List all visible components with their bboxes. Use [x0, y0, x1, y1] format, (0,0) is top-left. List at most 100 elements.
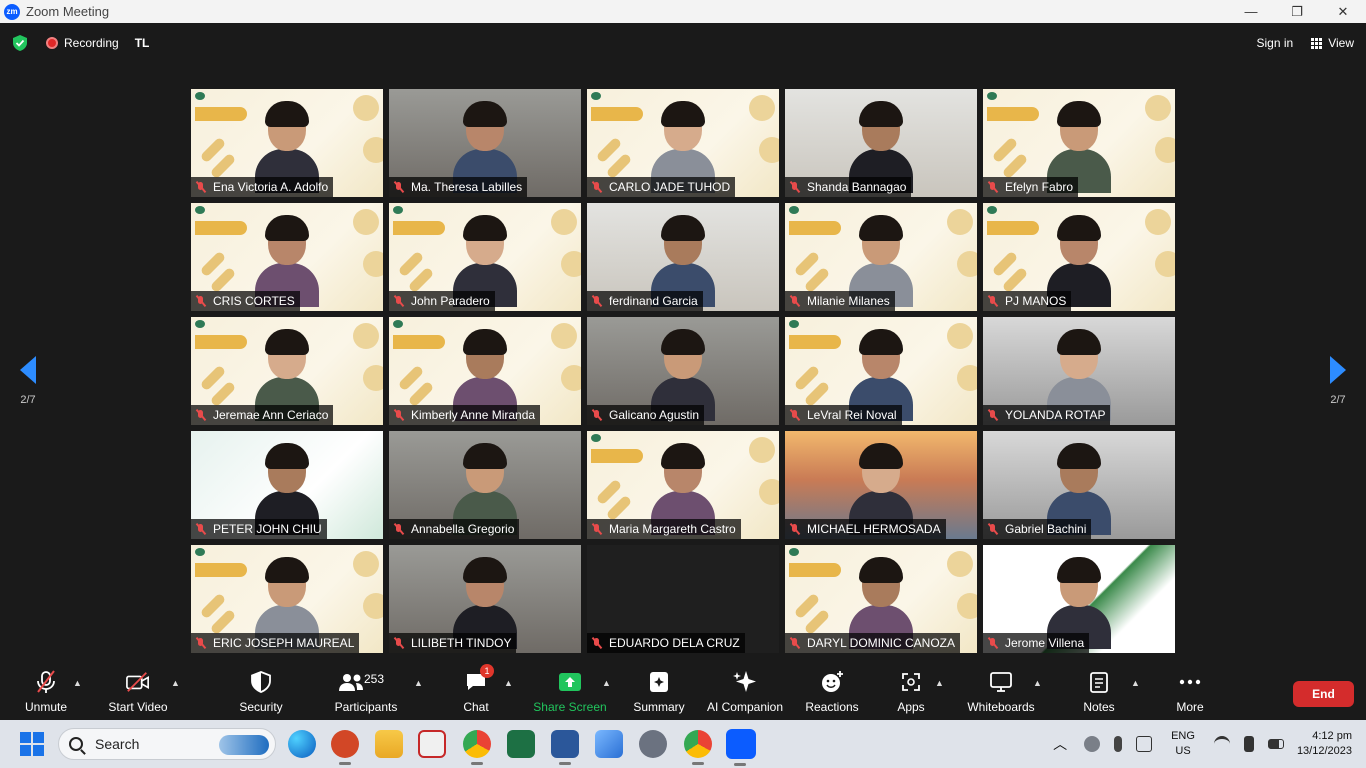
file-explorer-icon[interactable] [375, 730, 403, 758]
participant-video-tile[interactable]: Jeremae Ann Ceriaco [191, 317, 383, 425]
participant-video-tile[interactable]: Annabella Gregorio [389, 431, 581, 539]
summary-button[interactable]: Summary [630, 664, 688, 720]
security-button[interactable]: Security [236, 664, 286, 720]
restore-button[interactable]: ❐ [1274, 0, 1320, 23]
microphone-muted-icon [195, 181, 207, 193]
apps-options-caret-icon[interactable]: ▲ [935, 678, 945, 688]
event-banner-graphic [195, 335, 247, 349]
microphone-muted-icon [591, 637, 603, 649]
reactions-label: Reactions [805, 700, 859, 714]
tray-overflow-chevron-icon[interactable]: ︿ [1053, 734, 1067, 754]
participant-video-tile[interactable]: CARLO JADE TUHOD [587, 89, 779, 197]
sign-in-button[interactable]: Sign in [1257, 36, 1294, 50]
participant-video-tile[interactable]: ferdinand Garcia [587, 203, 779, 311]
participant-name: Ena Victoria A. Adolfo [213, 180, 329, 194]
close-button[interactable]: ✕ [1320, 0, 1366, 23]
start-video-button[interactable]: Start Video [106, 664, 170, 720]
video-options-caret-icon[interactable]: ▲ [171, 678, 181, 688]
decorative-shape [363, 137, 383, 163]
taskbar-clock[interactable]: 4:12 pm 13/12/2023 [1297, 729, 1352, 759]
participant-video-tile[interactable]: LeVral Rei Noval [785, 317, 977, 425]
more-button[interactable]: More [1172, 664, 1208, 720]
chat-button[interactable]: 1 Chat [458, 664, 494, 720]
snipping-tool-icon[interactable] [418, 730, 446, 758]
participant-video-tile[interactable]: Kimberly Anne Miranda [389, 317, 581, 425]
zoom-app-icon[interactable] [726, 729, 756, 766]
minimize-button[interactable]: — [1228, 0, 1274, 23]
share-options-caret-icon[interactable]: ▲ [602, 678, 612, 688]
edge-browser-icon[interactable] [288, 730, 316, 758]
chrome-browser-icon[interactable] [463, 730, 491, 765]
participant-video-tile[interactable]: Milanie Milanes [785, 203, 977, 311]
microphone-muted-icon [789, 409, 801, 421]
encryption-shield-icon[interactable] [12, 34, 28, 52]
participants-button[interactable]: 253 Participants [332, 664, 400, 720]
participant-video-tile[interactable]: DARYL DOMINIC CANOZA [785, 545, 977, 653]
participant-video-tile[interactable]: Shanda Bannagao [785, 89, 977, 197]
notes-button[interactable]: Notes [1080, 664, 1118, 720]
participant-video-tile[interactable]: PETER JOHN CHIU [191, 431, 383, 539]
participants-options-caret-icon[interactable]: ▲ [414, 678, 424, 688]
decorative-shape [1155, 251, 1175, 277]
windows-start-icon[interactable] [20, 732, 44, 756]
participant-name-label: Efelyn Fabro [983, 177, 1079, 197]
excel-icon[interactable] [507, 730, 535, 758]
decorative-shape [407, 380, 435, 408]
decorative-shape [353, 323, 379, 349]
wifi-icon[interactable] [1213, 736, 1230, 752]
org-logo-icon [789, 320, 799, 328]
language-indicator[interactable]: ENG US [1171, 729, 1195, 759]
settings-gear-icon[interactable] [639, 730, 667, 758]
participant-name: ferdinand Garcia [609, 294, 698, 308]
participant-video-tile[interactable]: CRIS CORTES [191, 203, 383, 311]
notes-options-caret-icon[interactable]: ▲ [1131, 678, 1141, 688]
participant-video-tile[interactable]: EDUARDO DELA CRUZ [587, 545, 779, 653]
powerpoint-icon[interactable] [331, 730, 359, 765]
chat-options-caret-icon[interactable]: ▲ [504, 678, 514, 688]
reactions-button[interactable]: Reactions [804, 664, 860, 720]
participant-video-tile[interactable]: John Paradero [389, 203, 581, 311]
participant-video-tile[interactable]: Efelyn Fabro [983, 89, 1175, 197]
participants-icon: 253 [336, 670, 396, 694]
participant-video-tile[interactable]: Ma. Theresa Labilles [389, 89, 581, 197]
participants-count: 253 [364, 672, 385, 686]
keyboard-tray-icon[interactable] [1136, 736, 1153, 752]
chrome-profile-icon[interactable] [684, 730, 712, 765]
participant-video-tile[interactable]: MICHAEL HERMOSADA [785, 431, 977, 539]
participant-video-tile[interactable]: Maria Margareth Castro [587, 431, 779, 539]
recording-indicator[interactable]: Recording [46, 36, 119, 50]
share-screen-button[interactable]: Share Screen [532, 664, 608, 720]
cloud-status-icon[interactable] [1084, 736, 1101, 752]
microphone-tray-icon[interactable] [1114, 736, 1123, 752]
ai-companion-button[interactable]: AI Companion [704, 664, 786, 720]
microphone-muted-icon [987, 295, 999, 307]
participant-video-tile[interactable]: Galicano Agustin [587, 317, 779, 425]
next-page-button[interactable]: 2/7 [1323, 356, 1353, 406]
photos-icon[interactable] [595, 730, 623, 758]
end-meeting-button[interactable]: End [1293, 681, 1354, 707]
apps-button[interactable]: Apps [896, 664, 926, 720]
view-button[interactable]: View [1311, 36, 1354, 50]
word-icon[interactable] [551, 730, 579, 765]
unmute-button[interactable]: Unmute [18, 664, 74, 720]
participant-video-tile[interactable]: Jerome Villena [983, 545, 1175, 653]
participant-video-tile[interactable]: YOLANDA ROTAP [983, 317, 1175, 425]
participant-video-tile[interactable]: ERIC JOSEPH MAUREAL [191, 545, 383, 653]
participant-video-tile[interactable]: LILIBETH TINDOY [389, 545, 581, 653]
participant-video-tile[interactable]: PJ MANOS [983, 203, 1175, 311]
participant-video-tile[interactable]: Ena Victoria A. Adolfo [191, 89, 383, 197]
speaker-volume-icon[interactable] [1243, 736, 1254, 752]
participant-name-label: ferdinand Garcia [587, 291, 703, 311]
chat-label: Chat [463, 700, 489, 714]
security-shield-icon [249, 670, 273, 694]
previous-page-button[interactable]: 2/7 [13, 356, 43, 406]
whiteboards-button[interactable]: Whiteboards [964, 664, 1038, 720]
battery-icon[interactable] [1267, 739, 1284, 749]
audio-options-caret-icon[interactable]: ▲ [73, 678, 83, 688]
whiteboards-options-caret-icon[interactable]: ▲ [1033, 678, 1043, 688]
participant-name-label: YOLANDA ROTAP [983, 405, 1111, 425]
participant-video-tile[interactable]: Gabriel Bachini [983, 431, 1175, 539]
taskbar-search-box[interactable]: Search [58, 728, 276, 760]
participant-name: Shanda Bannagao [807, 180, 907, 194]
host-initials[interactable]: TL [135, 36, 150, 50]
